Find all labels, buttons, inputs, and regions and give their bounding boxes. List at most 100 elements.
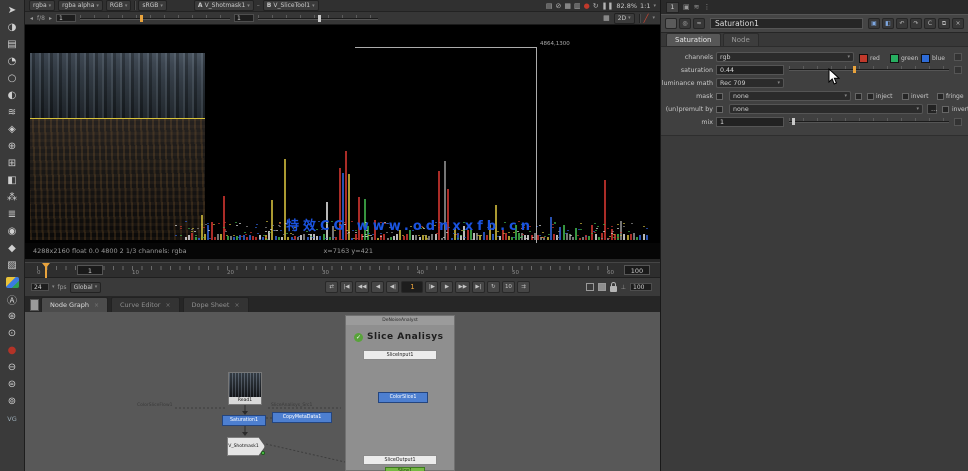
mask-flag-invert[interactable]: invert <box>902 93 929 100</box>
mask-flag-fringe[interactable]: fringe <box>937 93 964 100</box>
toolsets-tool-icon[interactable]: ▨ <box>3 257 22 274</box>
loop-mode-button[interactable]: ↻ <box>487 281 500 293</box>
premult-invert-checkbox[interactable] <box>942 106 949 113</box>
node-color-slice[interactable]: ColorSlice1 <box>378 392 428 403</box>
frame-increment-field[interactable]: 10 <box>502 281 515 293</box>
premult-checkbox[interactable] <box>716 106 723 113</box>
center-in-dag-icon[interactable]: ◎ <box>679 18 691 29</box>
viewer-canvas[interactable]: 4864,1300 特效CG www.odnxxfb.cn <box>25 25 660 243</box>
channel-check-green[interactable]: green <box>890 54 918 63</box>
step-forward-button[interactable]: |▶ <box>425 281 438 293</box>
nuke-arrow-icon[interactable]: ➤ <box>3 2 22 19</box>
sync-range-button[interactable]: ⇄ <box>325 281 338 293</box>
keyer-tool-icon[interactable]: ◈ <box>3 121 22 138</box>
pin-icon[interactable]: ▣ <box>683 3 690 11</box>
close-tab-icon[interactable]: × <box>94 302 99 309</box>
bookmark-button[interactable]: ▣ <box>868 18 880 29</box>
particles-tool-icon[interactable]: ⁂ <box>3 189 22 206</box>
mix-slider[interactable] <box>789 117 949 127</box>
node-color-swatch[interactable] <box>665 18 677 29</box>
views-tool-icon[interactable]: ◉ <box>3 223 22 240</box>
node-slice-output[interactable]: SliceOutput1 <box>363 455 437 465</box>
layer-dropdown[interactable]: rgba▾ <box>29 0 55 11</box>
node-copy-metadata[interactable]: CopyMetaData1 <box>272 412 332 423</box>
page-icon[interactable] <box>30 299 39 311</box>
refresh-icon[interactable]: ↻ <box>593 2 599 10</box>
saturation-field[interactable]: 0.44 <box>716 65 784 75</box>
display-dropdown[interactable]: RGB▾ <box>106 0 131 11</box>
bounce-mode-button[interactable]: ⇉ <box>517 281 530 293</box>
node-graph[interactable]: DeNoiseAnalyst ✓ Slice Analisys SliceInp… <box>25 312 660 471</box>
image-tool-icon[interactable]: ◑ <box>3 19 22 36</box>
redo-button[interactable]: ↷ <box>910 18 922 29</box>
mask-extra-box[interactable] <box>855 93 862 100</box>
vg-label-icon[interactable]: VG <box>3 410 22 427</box>
channel-check-red[interactable]: red <box>859 54 880 63</box>
goto-end-button[interactable]: ▶| <box>472 281 485 293</box>
timeline-ruler[interactable]: 0102030405060 1 100 <box>25 262 660 278</box>
range-mode-dropdown[interactable]: Global▾ <box>70 282 102 293</box>
mask-channel-select[interactable]: none▾ <box>729 91 851 101</box>
gain-slider[interactable] <box>80 14 230 23</box>
channel-tool-icon[interactable]: ○ <box>3 70 22 87</box>
play-forward-button[interactable]: ▶ <box>440 281 453 293</box>
wipe-tool-icon[interactable]: ╱ <box>644 14 649 23</box>
node-name-field[interactable]: Saturation1 <box>710 18 863 29</box>
plugin-d-icon[interactable]: ⊖ <box>3 359 22 376</box>
properties-tab-node[interactable]: Node <box>723 33 759 46</box>
range-end-field[interactable]: 100 <box>624 265 650 275</box>
transform-tool-icon[interactable]: ⊞ <box>3 155 22 172</box>
input-a-dropdown[interactable]: AV_Shotmask1▾ <box>194 0 254 11</box>
mix-field[interactable]: 1 <box>716 117 784 127</box>
channel-check-blue[interactable]: blue <box>921 54 945 63</box>
fullscreen-button[interactable] <box>586 283 594 291</box>
view-mode-dropdown[interactable]: 2D▾ <box>614 13 635 24</box>
properties-tab-saturation[interactable]: Saturation <box>666 33 721 46</box>
chevron-down-icon[interactable]: ▾ <box>652 15 655 21</box>
layout-button[interactable] <box>598 283 606 291</box>
plugin-colorful-icon[interactable] <box>6 277 19 288</box>
playhead[interactable] <box>45 263 47 278</box>
current-frame-field[interactable]: 1 <box>77 265 103 275</box>
gamma-slider[interactable] <box>258 14 378 23</box>
plugin-b-icon[interactable]: ⊛ <box>3 308 22 325</box>
framebuffer-icon[interactable]: ▤ <box>546 2 553 10</box>
node-saturation[interactable]: Saturation1 <box>222 415 266 426</box>
premult-more-button[interactable]: … <box>927 104 937 114</box>
transport-frame-field[interactable]: 1 <box>401 281 423 293</box>
playback-mode-icon[interactable]: ⊥ <box>621 284 626 291</box>
mask-flag-inject[interactable]: inject <box>867 93 892 100</box>
close-tab-icon[interactable]: × <box>165 302 170 309</box>
step-backward-button[interactable]: ◀| <box>386 281 399 293</box>
chevron-down-icon[interactable]: ▾ <box>52 284 55 290</box>
playback-range-value[interactable]: 100 <box>630 283 652 291</box>
viewport-grid-icon[interactable]: ▦ <box>603 14 610 22</box>
chevron-down-icon[interactable]: ▾ <box>653 3 656 9</box>
disable-icon[interactable]: ⊘ <box>556 2 562 10</box>
gamma-field[interactable]: 1 <box>234 14 254 22</box>
plugin-f-icon[interactable]: ⊚ <box>3 393 22 410</box>
deep-tool-icon[interactable]: ≣ <box>3 206 22 223</box>
properties-stack-count[interactable]: 1 <box>666 2 679 13</box>
time-tool-icon[interactable]: ◔ <box>3 53 22 70</box>
luminance-math-select[interactable]: Rec 709▾ <box>716 78 784 88</box>
fps-field[interactable]: 24 <box>31 283 49 291</box>
channel-settings-box[interactable] <box>954 53 962 61</box>
gain-field[interactable]: 1 <box>56 14 76 22</box>
pause-icon[interactable]: ❚❚ <box>602 2 614 10</box>
node-slice-green[interactable]: Slice1 <box>385 467 425 471</box>
play-backward-fast-button[interactable]: ◀◀ <box>355 281 369 293</box>
saturation-animation-menu[interactable] <box>954 66 962 74</box>
filter-tool-icon[interactable]: ≋ <box>3 104 22 121</box>
play-forward-fast-button[interactable]: ▶▶ <box>455 281 469 293</box>
input-b-dropdown[interactable]: BV_SliceTool1▾ <box>263 0 319 11</box>
3d-tool-icon[interactable]: ◧ <box>3 172 22 189</box>
node-slice-input[interactable]: SliceInput1 <box>363 350 437 360</box>
revert-button[interactable]: C <box>924 18 936 29</box>
channels-select[interactable]: rgb▾ <box>716 52 854 62</box>
gain-decrease-button[interactable]: ◂ <box>30 15 33 22</box>
plugin-a-icon[interactable]: Ⓐ <box>3 291 22 308</box>
close-panel-button[interactable]: × <box>952 18 964 29</box>
node-read[interactable]: Read1 <box>228 372 262 405</box>
flipbook-icon[interactable]: ▦ <box>564 2 571 10</box>
